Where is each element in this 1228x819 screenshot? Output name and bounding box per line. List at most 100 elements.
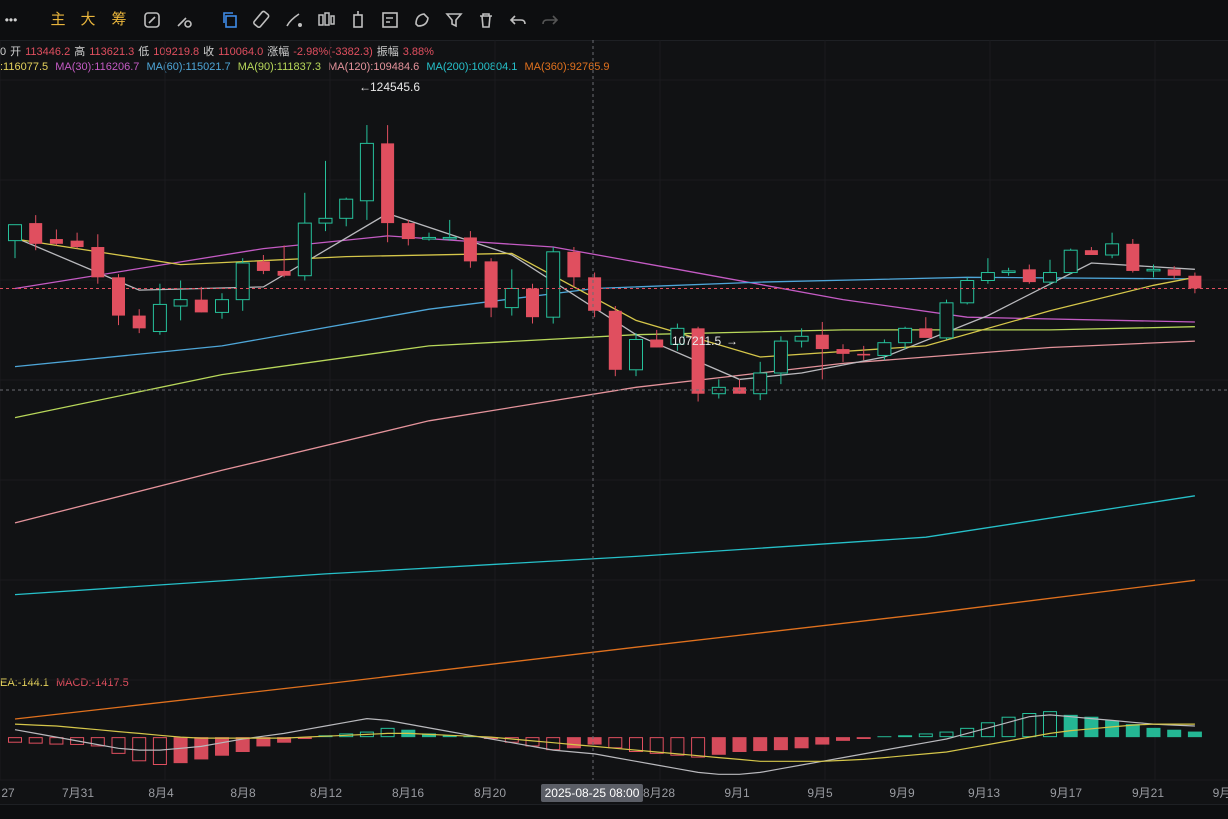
candle-body: [8, 224, 22, 242]
candle-body: [112, 277, 125, 316]
macd-bar: [856, 737, 871, 739]
candle-body: [711, 386, 726, 395]
candle-body: [484, 261, 498, 308]
bottom-indicator-tabs: [0, 804, 1228, 819]
macd-bar: [670, 737, 685, 756]
candle-body: [91, 247, 105, 278]
macd-bar: [173, 737, 188, 764]
candle-body: [877, 342, 892, 356]
macd-bar: [732, 737, 747, 752]
chips-button[interactable]: 筹: [109, 9, 129, 31]
candle-body: [546, 251, 561, 318]
clear-tool-icon[interactable]: [172, 8, 196, 32]
high-arrow-icon: ←: [359, 80, 371, 94]
low-arrow-icon: →: [726, 334, 738, 348]
brush-icon[interactable]: [282, 8, 306, 32]
price-chart[interactable]: 124545.6 107211.5 ← → 27 7月31 8月4 8月8 8月12 8月…: [0, 40, 1228, 818]
macd-bar: [898, 735, 913, 738]
candle-body: [939, 302, 954, 339]
candle-body: [297, 222, 312, 277]
trash-icon[interactable]: [474, 8, 498, 32]
macd-bar: [194, 737, 209, 760]
candle-body: [629, 339, 643, 371]
macd-bar: [111, 737, 126, 754]
macd-bar: [152, 737, 167, 766]
ma-line: [14, 235, 1195, 323]
candle-body: [173, 299, 188, 307]
x-axis-label: 9月9: [889, 786, 915, 800]
candle-body: [318, 217, 333, 224]
candle-body: [132, 315, 146, 329]
filter-icon[interactable]: [442, 8, 466, 32]
main-indicator-button[interactable]: 主: [48, 9, 68, 31]
redo-icon[interactable]: [538, 8, 562, 32]
macd-bar: [691, 737, 706, 758]
macd-bar: [939, 731, 954, 738]
edit-chart-icon[interactable]: [140, 8, 164, 32]
ruler-icon[interactable]: [250, 8, 274, 32]
x-axis-label: 9月5: [807, 786, 833, 800]
large-button[interactable]: 大: [78, 9, 98, 31]
candles-icon[interactable]: [314, 8, 338, 32]
single-candle-icon[interactable]: [346, 8, 370, 32]
macd-bar: [794, 737, 809, 749]
x-axis-label: 8月20: [474, 786, 506, 800]
ma-line: [14, 579, 1195, 720]
macd-bar: [380, 727, 395, 738]
candle-body: [49, 239, 63, 244]
candle-body: [567, 251, 581, 278]
x-axis-label: 9月1: [724, 786, 750, 800]
candle-body: [70, 240, 84, 248]
candle-body: [463, 237, 477, 262]
candlesticks: [8, 125, 1202, 402]
macd-bar: [566, 737, 581, 749]
macd-bar: [8, 737, 22, 743]
candle-body: [339, 198, 354, 219]
x-axis-label: 9月21: [1132, 786, 1164, 800]
macd-bar: [773, 737, 788, 751]
macd-bar: [49, 737, 64, 745]
candle-body: [381, 143, 395, 224]
x-axis-label: 8月16: [392, 786, 424, 800]
candle-body: [1167, 269, 1181, 276]
x-axis-label: 9月17: [1050, 786, 1082, 800]
candle-body: [29, 223, 43, 244]
candle-body: [235, 262, 250, 301]
macd-bar: [836, 737, 850, 741]
candle-body: [401, 223, 415, 240]
candle-body: [215, 299, 229, 313]
copy-icon[interactable]: [218, 8, 242, 32]
macd-bar: [711, 737, 726, 755]
candle-body: [1188, 275, 1202, 289]
overlay: 124545.6 107211.5 ← →: [0, 40, 1228, 780]
candle-body: [1043, 272, 1057, 283]
x-axis-label: 9月13: [968, 786, 1000, 800]
macd-bar: [1105, 720, 1120, 738]
candle-body: [753, 372, 768, 395]
candle-body: [526, 288, 539, 318]
candle-body: [733, 387, 746, 394]
candle-body: [1022, 269, 1036, 283]
candle-body: [359, 142, 374, 202]
candle-body: [650, 339, 664, 348]
magnet-icon[interactable]: [410, 8, 434, 32]
x-axis-label: 9月: [1213, 786, 1228, 800]
macd-bar: [1167, 729, 1182, 738]
more-button[interactable]: •••: [0, 9, 22, 31]
candle-body: [794, 335, 809, 342]
note-icon[interactable]: [378, 8, 402, 32]
drawing-toolbar: ••• 主 大 筹: [0, 0, 1228, 41]
x-axis-label: 8月28: [643, 786, 675, 800]
dif-line: [14, 714, 1195, 775]
undo-icon[interactable]: [506, 8, 530, 32]
macd-bar: [1063, 714, 1078, 738]
candle-body: [773, 340, 788, 374]
candle-body: [504, 287, 519, 309]
x-axis-label: 8月8: [230, 786, 256, 800]
candle-body: [1126, 243, 1140, 271]
macd-bar: [1146, 727, 1161, 738]
candle-body: [588, 277, 602, 311]
candle-body: [1084, 250, 1098, 255]
macd-bar: [1187, 731, 1202, 738]
candle-body: [857, 353, 871, 356]
